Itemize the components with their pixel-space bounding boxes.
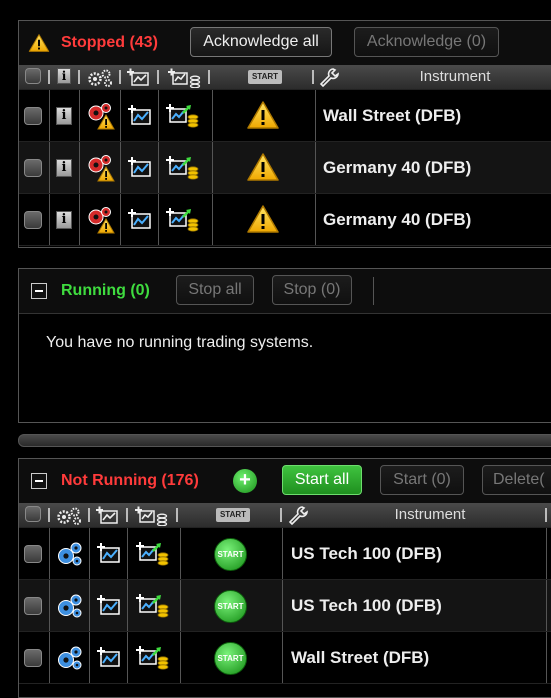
not-running-column-header: START Instrument bbox=[19, 503, 551, 528]
instrument-header[interactable]: Instrument bbox=[399, 65, 511, 89]
stopped-column-header: i START Instrument bbox=[19, 65, 551, 90]
instrument-header[interactable]: Instrument bbox=[374, 503, 486, 527]
select-all-checkbox[interactable] bbox=[25, 68, 41, 84]
row-checkbox[interactable] bbox=[24, 107, 42, 125]
row-checkbox[interactable] bbox=[24, 211, 42, 229]
add-chart-icon[interactable] bbox=[96, 594, 122, 618]
stopped-title: Stopped (43) bbox=[61, 34, 158, 51]
table-row[interactable]: i Germany 40 (DFB) bbox=[19, 194, 551, 246]
table-row[interactable]: START US Tech 100 (DFB) bbox=[19, 528, 551, 580]
info-icon[interactable]: i bbox=[56, 159, 72, 177]
gears-icon[interactable] bbox=[56, 592, 84, 620]
running-titlebar: Running (0) Stop all Stop (0) bbox=[19, 269, 551, 314]
stop-button[interactable]: Stop (0) bbox=[272, 275, 352, 305]
start-button-icon[interactable]: START bbox=[214, 642, 247, 675]
gears-icon[interactable] bbox=[56, 644, 84, 672]
not-running-title: Not Running (176) bbox=[61, 472, 199, 489]
table-row[interactable]: i Germany 40 (DFB) bbox=[19, 142, 551, 194]
instrument-name: Germany 40 (DFB) bbox=[323, 158, 472, 177]
running-empty-message: You have no running trading systems. bbox=[46, 334, 314, 351]
start-button-icon[interactable]: START bbox=[214, 538, 247, 571]
gears-header-icon bbox=[88, 68, 116, 88]
gear-warning-icon[interactable] bbox=[87, 154, 115, 182]
chart-header-icon bbox=[95, 506, 121, 526]
running-title: Running (0) bbox=[61, 282, 150, 299]
instrument-name: US Tech 100 (DFB) bbox=[291, 544, 442, 563]
running-panel: Running (0) Stop all Stop (0) You have n… bbox=[18, 268, 551, 423]
chart-money-icon[interactable] bbox=[135, 645, 169, 671]
instrument-name: US Tech 100 (DFB) bbox=[291, 596, 442, 615]
instrument-name: Wall Street (DFB) bbox=[291, 648, 430, 667]
chart-money-icon[interactable] bbox=[165, 207, 199, 233]
collapse-not-running-button[interactable] bbox=[31, 473, 47, 489]
chart-money-icon[interactable] bbox=[135, 593, 169, 619]
acknowledge-all-button[interactable]: Acknowledge all bbox=[190, 27, 332, 57]
add-chart-icon[interactable] bbox=[127, 156, 153, 180]
wrench-icon bbox=[288, 505, 308, 525]
chart-header-icon bbox=[126, 68, 152, 88]
stopped-titlebar: Stopped (43) Acknowledge all Acknowledge… bbox=[19, 21, 551, 66]
warning-icon[interactable] bbox=[246, 100, 280, 130]
info-icon[interactable]: i bbox=[56, 211, 72, 229]
gear-warning-icon[interactable] bbox=[87, 206, 115, 234]
chart-money-header-icon bbox=[134, 506, 168, 526]
start-header-badge: START bbox=[216, 508, 250, 522]
stopped-panel: Stopped (43) Acknowledge all Acknowledge… bbox=[18, 20, 551, 248]
info-icon[interactable]: i bbox=[56, 107, 72, 125]
row-checkbox[interactable] bbox=[24, 597, 42, 615]
acknowledge-button[interactable]: Acknowledge (0) bbox=[354, 27, 499, 57]
instrument-name: Germany 40 (DFB) bbox=[323, 210, 472, 229]
start-button-icon[interactable]: START bbox=[214, 590, 247, 623]
add-chart-icon[interactable] bbox=[96, 646, 122, 670]
table-row[interactable]: i Wall Street (DFB) bbox=[19, 90, 551, 142]
info-header-icon: i bbox=[57, 68, 71, 84]
select-all-checkbox[interactable] bbox=[25, 506, 41, 522]
row-checkbox[interactable] bbox=[24, 649, 42, 667]
warning-icon[interactable] bbox=[246, 152, 280, 182]
wrench-icon bbox=[319, 67, 339, 87]
add-icon[interactable]: + bbox=[233, 469, 257, 493]
horizontal-scrollbar[interactable] bbox=[18, 434, 551, 447]
not-running-rows: START US Tech 100 (DFB) START US Tech 10… bbox=[19, 528, 551, 698]
chart-money-header-icon bbox=[167, 68, 201, 88]
table-row[interactable]: START Wall Street (DFB) bbox=[19, 632, 551, 684]
gear-warning-icon[interactable] bbox=[87, 102, 115, 130]
table-row[interactable]: START US Tech 100 (DFB) bbox=[19, 580, 551, 632]
collapse-running-button[interactable] bbox=[31, 283, 47, 299]
stopped-rows: i Wall Street (DFB) i Germany 40 (DFB) i… bbox=[19, 90, 551, 248]
delete-button[interactable]: Delete( bbox=[482, 465, 551, 495]
add-chart-icon[interactable] bbox=[96, 542, 122, 566]
warning-icon bbox=[28, 33, 50, 53]
gears-icon[interactable] bbox=[56, 540, 84, 568]
add-chart-icon[interactable] bbox=[127, 104, 153, 128]
not-running-titlebar: Not Running (176) + Start all Start (0) … bbox=[19, 459, 551, 504]
chart-money-icon[interactable] bbox=[165, 103, 199, 129]
warning-icon[interactable] bbox=[246, 204, 280, 234]
start-all-button[interactable]: Start all bbox=[282, 465, 362, 495]
row-checkbox[interactable] bbox=[24, 545, 42, 563]
row-checkbox[interactable] bbox=[24, 159, 42, 177]
add-chart-icon[interactable] bbox=[127, 208, 153, 232]
instrument-name: Wall Street (DFB) bbox=[323, 106, 462, 125]
chart-money-icon[interactable] bbox=[135, 541, 169, 567]
stop-all-button[interactable]: Stop all bbox=[176, 275, 254, 305]
start-button[interactable]: Start (0) bbox=[380, 465, 464, 495]
chart-money-icon[interactable] bbox=[165, 155, 199, 181]
gears-header-icon bbox=[57, 506, 85, 526]
not-running-panel: Not Running (176) + Start all Start (0) … bbox=[18, 458, 551, 698]
start-header-badge: START bbox=[248, 70, 282, 84]
